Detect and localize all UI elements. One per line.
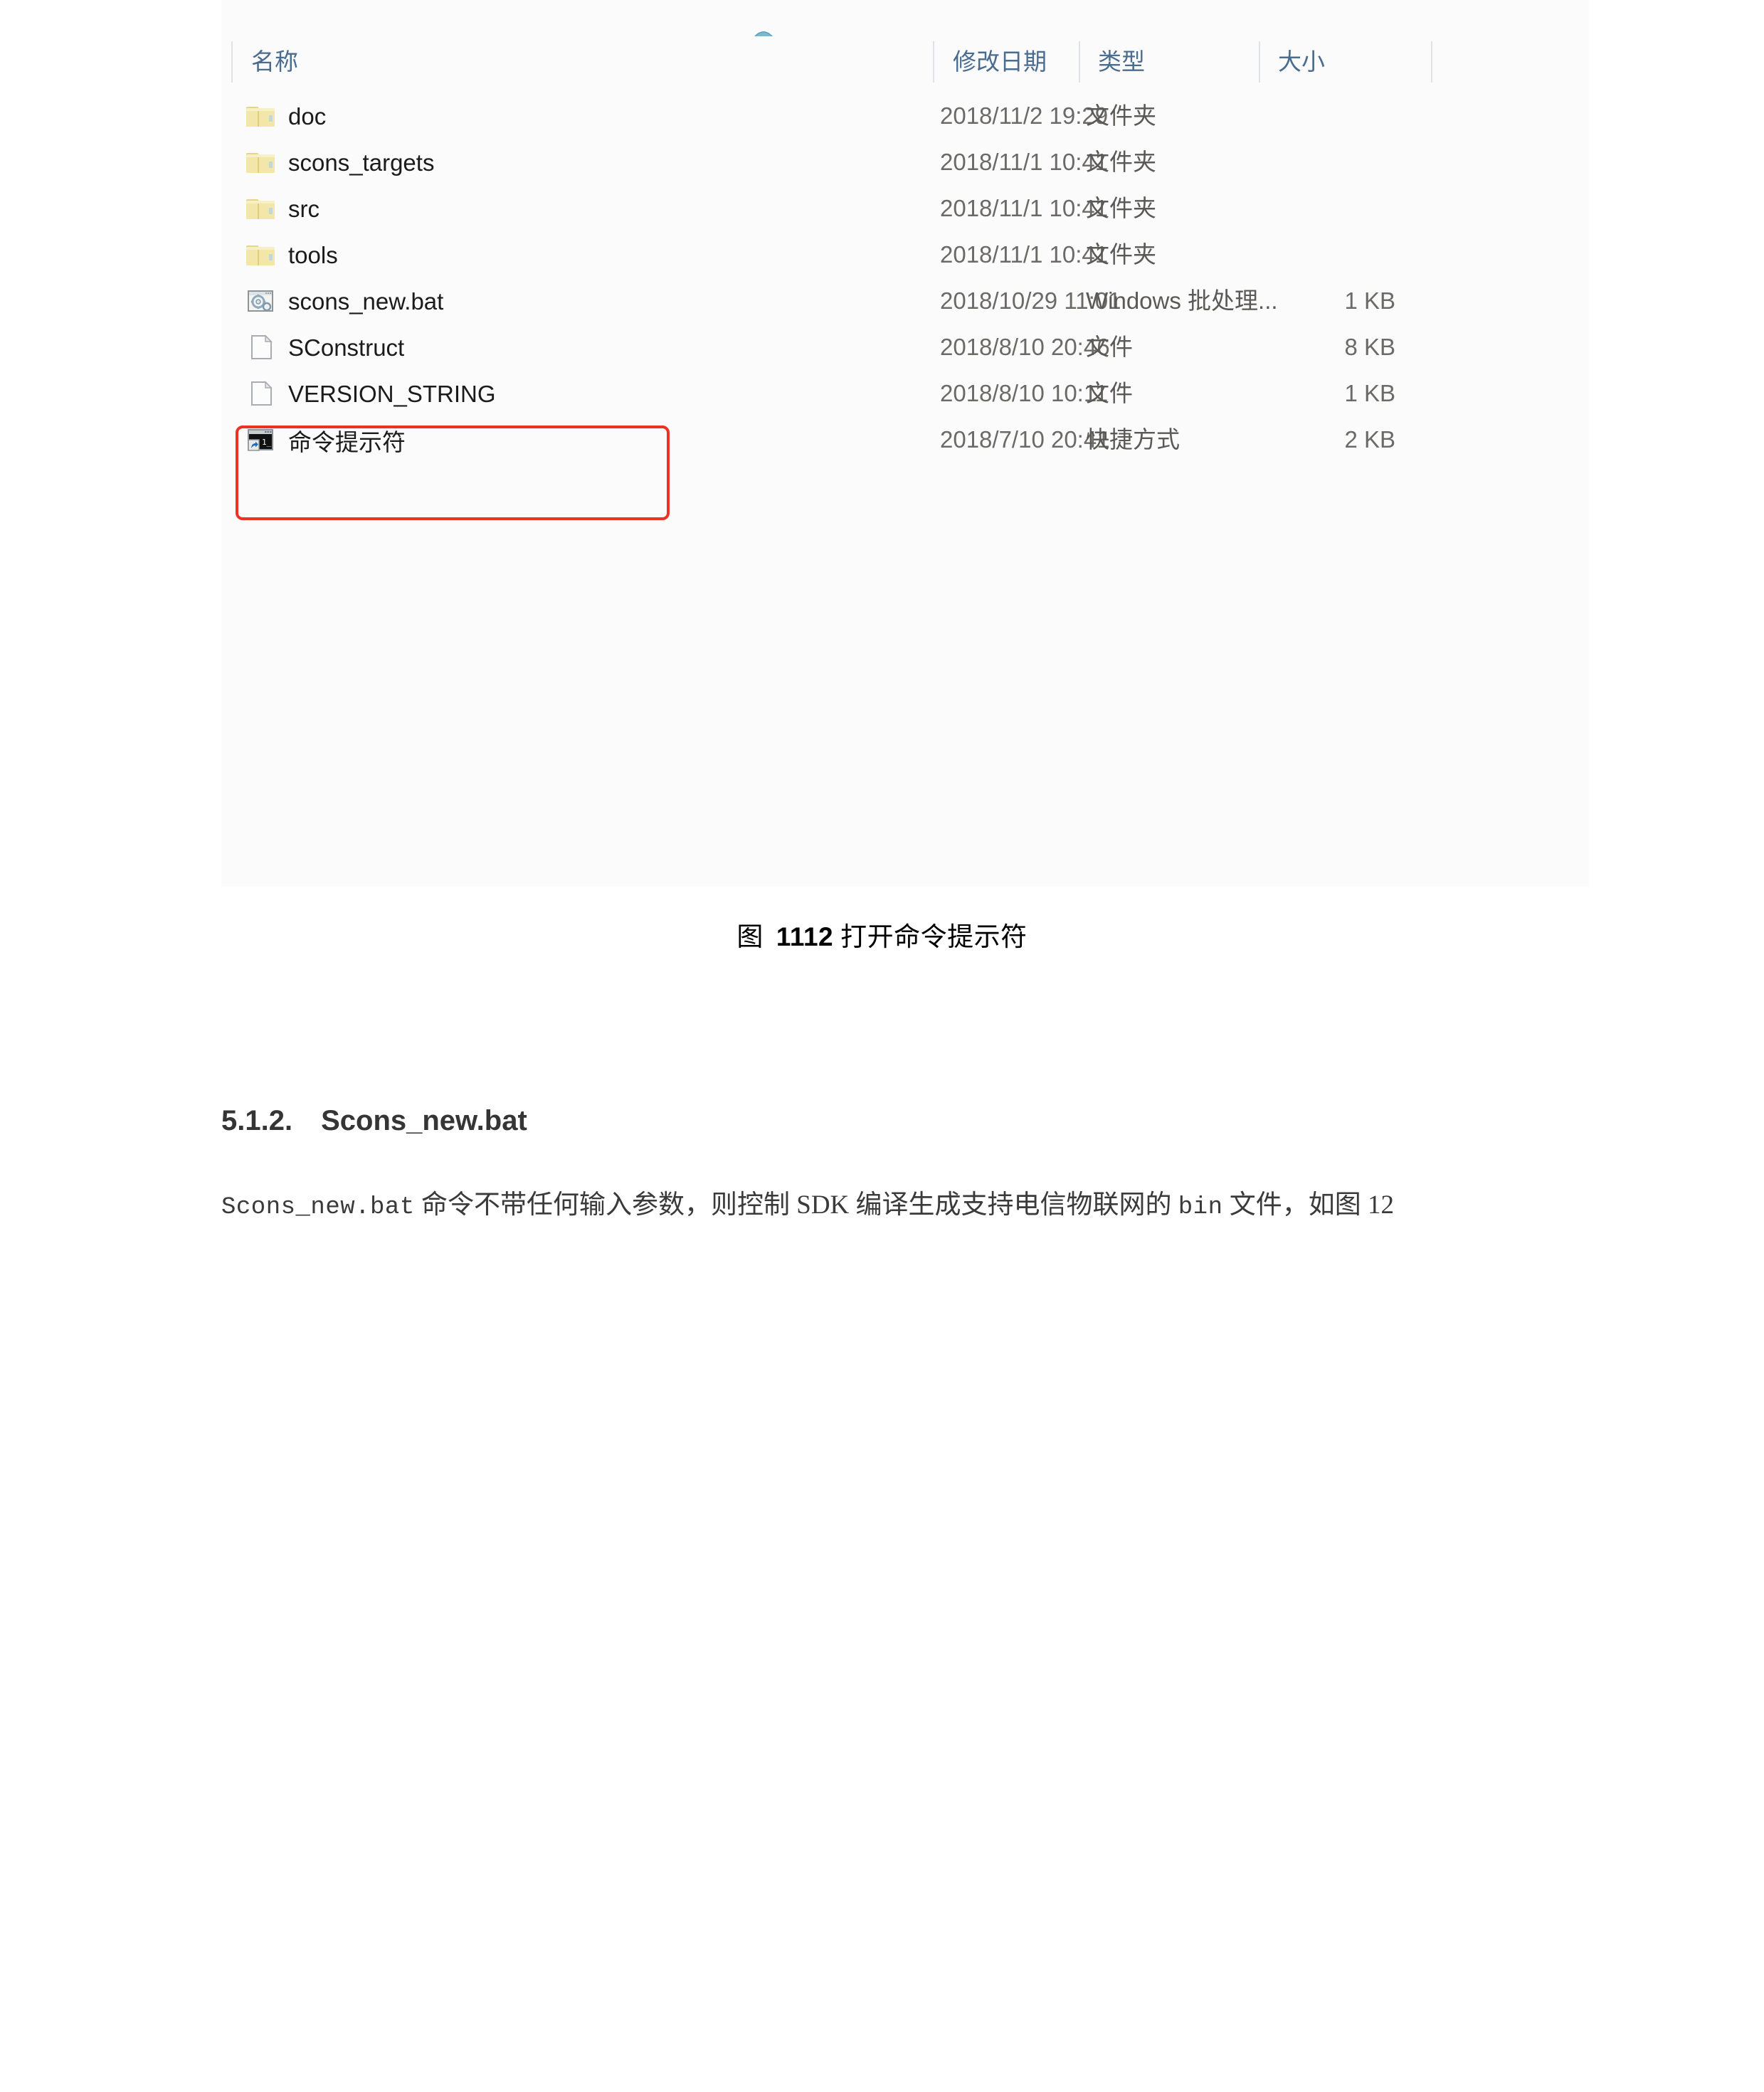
file-size-cell	[1267, 185, 1395, 231]
file-name-label: SConstruct	[288, 334, 405, 361]
table-row[interactable]: scons_targets 2018/11/1 10:41 文件夹	[221, 139, 1589, 185]
paragraph-text-part2: 文件，如图 12	[1222, 1190, 1394, 1220]
table-row[interactable]: tools 2018/11/1 10:41 文件夹	[221, 231, 1589, 278]
file-date-cell: 2018/8/10 20:46	[940, 334, 1110, 360]
column-divider[interactable]	[1259, 41, 1260, 83]
file-type-cell: Windows 批处理...	[1086, 287, 1278, 314]
generic-file-icon	[244, 331, 277, 364]
file-date-cell: 2018/7/10 20:41	[940, 426, 1110, 453]
file-list: doc 2018/11/2 19:29 文件夹 scons_targets 20…	[221, 93, 1589, 463]
file-name-cell[interactable]: tools	[244, 231, 338, 278]
figure-number-label: 1112	[776, 922, 834, 951]
folder-icon	[244, 192, 277, 225]
folder-icon	[244, 238, 277, 271]
file-name-label: VERSION_STRING	[288, 380, 496, 407]
file-name-label: scons_new.bat	[288, 287, 444, 315]
paragraph-text-part1: 命令不带任何输入参数，则控制 SDK 编译生成支持电信物联网的	[414, 1190, 1178, 1220]
file-size-cell	[1267, 93, 1395, 139]
file-size-cell	[1267, 231, 1395, 278]
figure-title-label: 打开命令提示符	[840, 923, 1028, 952]
section-number-label: 5.1.2.	[221, 1105, 293, 1136]
sort-ascending-icon	[751, 27, 776, 37]
table-row[interactable]: VERSION_STRING 2018/8/10 10:11 文件 1 KB	[221, 370, 1589, 416]
file-type-cell: 文件夹	[1086, 195, 1156, 221]
table-row[interactable]: SConstruct 2018/8/10 20:46 文件 8 KB	[221, 324, 1589, 370]
figure-caption: 图 1112 打开命令提示符	[0, 915, 1764, 953]
file-date-cell: 2018/11/1 10:41	[940, 241, 1109, 268]
file-date-cell: 2018/11/1 10:41	[940, 195, 1109, 221]
file-type-cell: 文件夹	[1086, 241, 1156, 268]
table-row[interactable]: src 2018/11/1 10:41 文件夹	[221, 185, 1589, 231]
file-name-cell[interactable]: 1_ 命令提示符	[244, 416, 406, 463]
column-divider[interactable]	[933, 41, 934, 83]
command-prompt-icon: 1_	[244, 423, 277, 456]
column-header-date[interactable]: 修改日期	[953, 39, 1047, 84]
file-type-cell: 文件夹	[1086, 102, 1156, 129]
file-name-label: scons_targets	[288, 149, 435, 176]
svg-text:1_: 1_	[262, 438, 272, 447]
column-divider[interactable]	[1079, 41, 1080, 83]
figure-prefix-label: 图	[736, 923, 764, 952]
file-type-cell: 文件夹	[1086, 149, 1156, 175]
column-header-name[interactable]: 名称	[251, 39, 298, 84]
file-name-cell[interactable]: VERSION_STRING	[244, 370, 496, 416]
file-date-cell: 2018/11/1 10:41	[940, 149, 1109, 175]
file-type-cell: 快捷方式	[1086, 426, 1180, 453]
file-type-cell: 文件	[1086, 380, 1133, 406]
column-header-type[interactable]: 类型	[1098, 39, 1145, 84]
file-name-cell[interactable]: doc	[244, 93, 326, 139]
section-title-label: Scons_new.bat	[321, 1105, 527, 1136]
batch-file-icon	[244, 285, 277, 317]
file-size-cell	[1267, 139, 1395, 185]
file-size-cell: 1 KB	[1344, 287, 1395, 314]
file-date-cell: 2018/11/2 19:29	[940, 102, 1109, 129]
file-size-cell: 2 KB	[1344, 426, 1395, 453]
file-name-label: doc	[288, 102, 327, 130]
column-header-row[interactable]: 名称 修改日期 类型 大小	[221, 39, 1589, 84]
file-name-cell[interactable]: scons_targets	[244, 139, 434, 185]
file-name-label: 命令提示符	[288, 428, 406, 455]
file-type-cell: 文件	[1086, 334, 1133, 360]
file-name-cell[interactable]: scons_new.bat	[244, 278, 443, 324]
file-name-cell[interactable]: SConstruct	[244, 324, 404, 370]
body-paragraph: Scons_new.bat 命令不带任何输入参数，则控制 SDK 编译生成支持电…	[221, 1185, 1588, 1228]
generic-file-icon	[244, 377, 277, 410]
table-row[interactable]: doc 2018/11/2 19:29 文件夹	[221, 93, 1589, 139]
file-size-cell: 1 KB	[1344, 380, 1395, 406]
file-date-cell: 2018/8/10 10:11	[940, 380, 1109, 406]
column-header-size[interactable]: 大小	[1278, 39, 1325, 84]
file-name-label: tools	[288, 241, 338, 268]
column-divider[interactable]	[231, 41, 233, 83]
paragraph-code-scons: Scons_new.bat	[221, 1194, 415, 1221]
section-heading: 5.1.2. Scons_new.bat	[221, 1105, 527, 1137]
column-divider[interactable]	[1431, 41, 1432, 83]
paragraph-code-bin: bin	[1178, 1194, 1223, 1221]
file-explorer-panel: 名称 修改日期 类型 大小 doc 2018/11/2 19:29 文件夹 sc…	[221, 0, 1589, 887]
folder-icon	[244, 100, 277, 132]
file-size-cell: 8 KB	[1344, 334, 1395, 360]
table-row[interactable]: 1_ 命令提示符 2018/7/10 20:41 快捷方式 2 KB	[221, 416, 1589, 463]
table-row[interactable]: scons_new.bat 2018/10/29 11:01 Windows 批…	[221, 278, 1589, 324]
file-name-label: src	[288, 195, 319, 222]
folder-icon	[244, 146, 277, 179]
file-name-cell[interactable]: src	[244, 185, 319, 231]
